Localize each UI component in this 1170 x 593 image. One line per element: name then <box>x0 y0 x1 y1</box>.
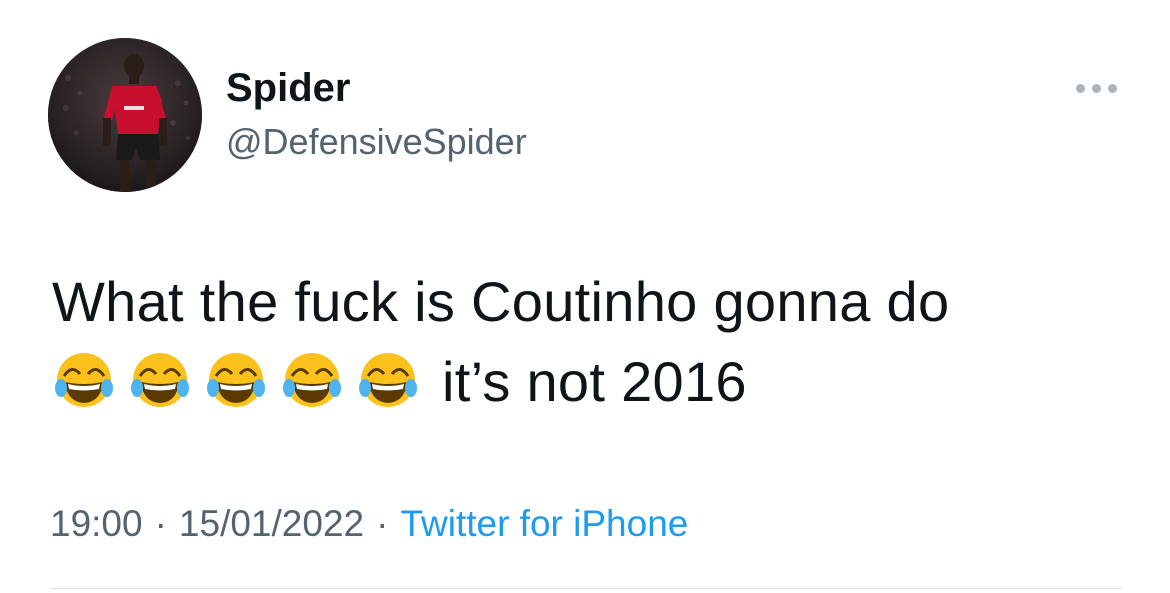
tweet-card: Spider @DefensiveSpider What the fuck is… <box>0 0 1170 593</box>
divider <box>50 588 1122 589</box>
face-with-tears-of-joy-icon <box>131 353 189 408</box>
author-info: Spider @DefensiveSpider <box>226 62 527 168</box>
author-avatar[interactable] <box>48 38 202 192</box>
tweet-text: What the fuck is Coutinho gonna do it’s … <box>52 262 1142 422</box>
tweet-time[interactable]: 19:00 <box>50 503 143 544</box>
tweet-text-line1: What the fuck is Coutinho gonna do <box>52 270 950 333</box>
face-with-tears-of-joy-icon <box>207 353 265 408</box>
face-with-tears-of-joy-icon <box>283 353 341 408</box>
author-display-name[interactable]: Spider <box>226 62 527 114</box>
more-options-button[interactable] <box>1068 76 1124 100</box>
emoji-group <box>52 348 420 412</box>
face-with-tears-of-joy-icon <box>359 353 417 408</box>
tweet-metadata: 19:00 · 15/01/2022 · Twitter for iPhone <box>50 500 688 548</box>
tweet-source-link[interactable]: Twitter for iPhone <box>400 503 688 544</box>
tweet-text-line2-words: it’s not 2016 <box>442 350 747 413</box>
tweet-text-line2: it’s not 2016 <box>52 342 1142 422</box>
author-handle[interactable]: @DefensiveSpider <box>226 116 527 168</box>
face-with-tears-of-joy-icon <box>55 353 113 408</box>
meta-separator: · <box>376 503 389 544</box>
avatar-photo <box>48 38 202 192</box>
meta-separator: · <box>154 503 167 544</box>
tweet-date[interactable]: 15/01/2022 <box>179 503 364 544</box>
